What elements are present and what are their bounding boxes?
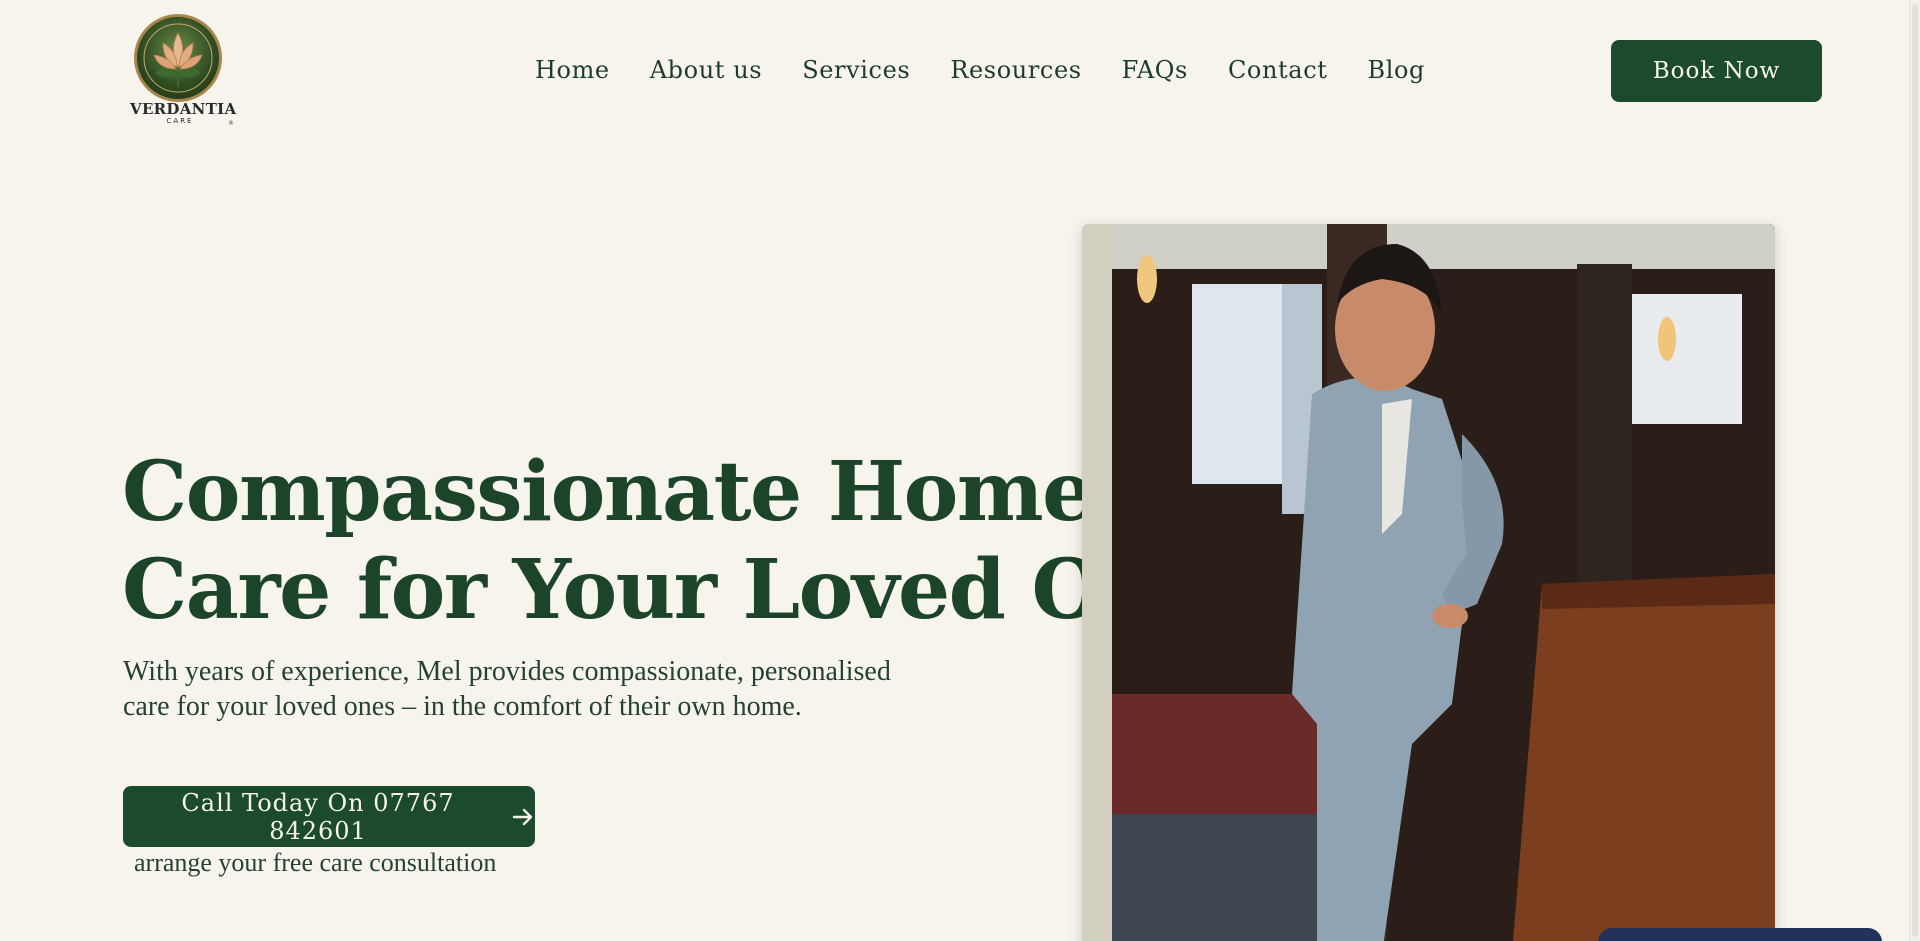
brand-name: VERDANTIA bbox=[130, 100, 237, 118]
brand-tagline: CARE bbox=[166, 117, 194, 125]
call-today-label: Call Today On 07767 842601 bbox=[181, 788, 455, 845]
hero-title: Compassionate Home Care for Your Loved O… bbox=[122, 443, 1256, 639]
nav-blog[interactable]: Blog bbox=[1367, 54, 1425, 86]
nav-home[interactable]: Home bbox=[535, 54, 610, 86]
hero-photo bbox=[1082, 224, 1775, 941]
hero-subtitle: With years of experience, Mel provides c… bbox=[123, 656, 891, 722]
nav-resources[interactable]: Resources bbox=[950, 54, 1081, 86]
brand-trademark: ® bbox=[228, 120, 234, 127]
brand-logo[interactable]: VERDANTIA CARE ® bbox=[130, 14, 237, 129]
hero-title-line-1: Compassionate Home bbox=[122, 444, 1094, 540]
arrow-right-icon bbox=[511, 805, 535, 829]
nav-services[interactable]: Services bbox=[802, 54, 910, 86]
lotus-emblem-icon bbox=[134, 14, 222, 102]
chat-widget-tab[interactable] bbox=[1598, 928, 1882, 941]
page-scrollbar[interactable] bbox=[1909, 0, 1920, 941]
main-nav: Home About us Services Resources FAQs Co… bbox=[535, 54, 1425, 86]
nav-about-us[interactable]: About us bbox=[650, 54, 762, 86]
call-today-button[interactable]: Call Today On 07767 842601 bbox=[123, 786, 535, 847]
scrollbar-thumb[interactable] bbox=[1912, 4, 1918, 937]
nav-contact[interactable]: Contact bbox=[1228, 54, 1328, 86]
book-now-button[interactable]: Book Now bbox=[1611, 40, 1822, 102]
nav-faqs[interactable]: FAQs bbox=[1122, 54, 1188, 86]
consultation-note: arrange your free care consultation bbox=[134, 848, 497, 877]
page: VERDANTIA CARE ® Home About us Services … bbox=[0, 0, 1909, 941]
hero-title-line-2: Care for Your Loved Ones bbox=[122, 542, 1256, 638]
